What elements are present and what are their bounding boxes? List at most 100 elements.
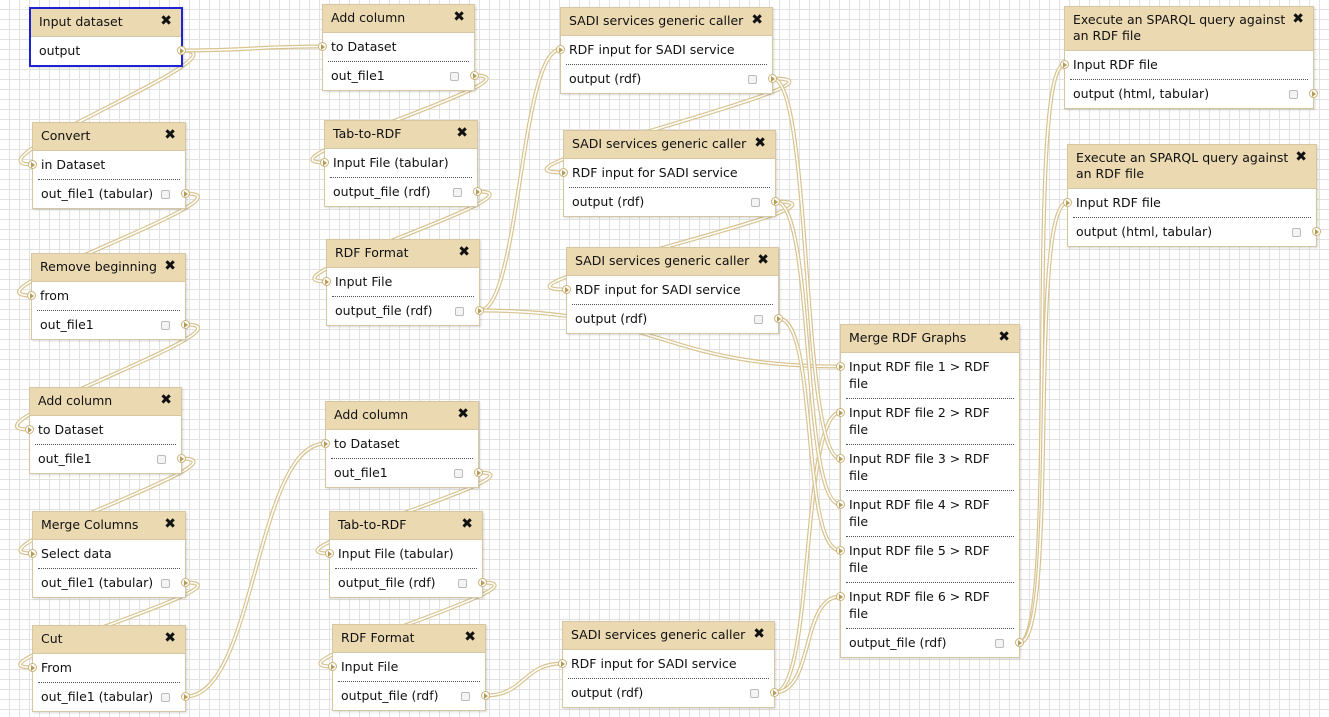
close-icon[interactable]: ✖ — [164, 516, 176, 532]
node-title[interactable]: Cut ✖ — [33, 626, 185, 654]
output-connector-icon[interactable] — [474, 468, 483, 477]
node-merge-rdf-graphs[interactable]: Merge RDF Graphs ✖ Input RDF file 1 > RDF … — [836, 324, 1024, 658]
input-connector-icon[interactable] — [1060, 60, 1069, 69]
close-icon[interactable]: ✖ — [754, 135, 766, 151]
output-connector-icon[interactable] — [1309, 89, 1318, 98]
close-icon[interactable]: ✖ — [160, 13, 172, 29]
node-title[interactable]: Tab-to-RDF ✖ — [325, 121, 477, 149]
input-connector-icon[interactable] — [320, 158, 329, 167]
output-connector-icon[interactable] — [177, 454, 186, 463]
input-connector-icon[interactable] — [328, 662, 337, 671]
close-icon[interactable]: ✖ — [753, 626, 765, 642]
node-sadi-caller-1[interactable]: SADI services generic caller ✖ RDF input f… — [556, 7, 777, 94]
close-icon[interactable]: ✖ — [453, 9, 465, 25]
close-icon[interactable]: ✖ — [751, 12, 763, 28]
close-icon[interactable]: ✖ — [164, 630, 176, 646]
input-connector-icon[interactable] — [27, 291, 36, 300]
input-connector-icon[interactable] — [28, 663, 37, 672]
checkbox-icon[interactable] — [458, 579, 467, 588]
checkbox-icon[interactable] — [754, 315, 763, 324]
close-icon[interactable]: ✖ — [461, 516, 473, 532]
input-connector-icon[interactable] — [836, 546, 845, 555]
close-icon[interactable]: ✖ — [458, 244, 470, 260]
input-connector-icon[interactable] — [836, 500, 845, 509]
output-connector-icon[interactable] — [181, 692, 190, 701]
checkbox-icon[interactable] — [454, 469, 463, 478]
node-sparql-query-2[interactable]: Execute an SPARQL query against an RDF f… — [1063, 144, 1321, 247]
node-title[interactable]: Add column ✖ — [30, 388, 181, 416]
node-title[interactable]: RDF Format ✖ — [333, 625, 485, 653]
node-sadi-caller-2[interactable]: SADI services generic caller ✖ RDF input f… — [559, 130, 780, 217]
node-cut[interactable]: Cut ✖ From out_file1 (tabular) — [28, 625, 190, 712]
output-connector-icon[interactable] — [768, 74, 777, 83]
node-remove-beginning[interactable]: Remove beginning ✖ from out_file1 — [27, 253, 190, 340]
input-connector-icon[interactable] — [25, 425, 34, 434]
output-connector-icon[interactable] — [1015, 638, 1024, 647]
input-connector-icon[interactable] — [558, 659, 567, 668]
checkbox-icon[interactable] — [161, 321, 170, 330]
output-connector-icon[interactable] — [770, 688, 779, 697]
node-tab-to-rdf-2[interactable]: Tab-to-RDF ✖ Input File (tabular) output_fi… — [325, 511, 487, 598]
input-connector-icon[interactable] — [318, 42, 327, 51]
node-rdf-format-2[interactable]: RDF Format ✖ Input File output_file (rdf) — [328, 624, 490, 711]
close-icon[interactable]: ✖ — [1295, 149, 1307, 165]
input-connector-icon[interactable] — [325, 549, 334, 558]
output-connector-icon[interactable] — [473, 187, 482, 196]
node-title[interactable]: Input dataset ✖ — [31, 9, 181, 37]
input-connector-icon[interactable] — [321, 439, 330, 448]
node-add-column-3[interactable]: Add column ✖ to Dataset out_file1 — [321, 401, 483, 488]
close-icon[interactable]: ✖ — [757, 252, 769, 268]
close-icon[interactable]: ✖ — [1292, 11, 1304, 27]
close-icon[interactable]: ✖ — [164, 127, 176, 143]
checkbox-icon[interactable] — [453, 188, 462, 197]
input-connector-icon[interactable] — [836, 592, 845, 601]
node-title[interactable]: SADI services generic caller ✖ — [567, 248, 778, 276]
node-title[interactable]: Remove beginning ✖ — [32, 254, 185, 282]
node-title[interactable]: Convert ✖ — [33, 123, 185, 151]
checkbox-icon[interactable] — [461, 692, 470, 701]
input-connector-icon[interactable] — [562, 285, 571, 294]
output-connector-icon[interactable] — [470, 71, 479, 80]
node-sadi-caller-4[interactable]: SADI services generic caller ✖ RDF input f… — [558, 621, 779, 708]
input-connector-icon[interactable] — [322, 277, 331, 286]
checkbox-icon[interactable] — [1289, 90, 1298, 99]
checkbox-icon[interactable] — [455, 307, 464, 316]
output-connector-icon[interactable] — [475, 306, 484, 315]
input-connector-icon[interactable] — [556, 45, 565, 54]
checkbox-icon[interactable] — [748, 75, 757, 84]
output-connector-icon[interactable] — [177, 46, 186, 55]
output-connector-icon[interactable] — [1312, 227, 1321, 236]
close-icon[interactable]: ✖ — [456, 125, 468, 141]
node-add-column-1[interactable]: Add column ✖ to Dataset out_file1 — [25, 387, 186, 474]
output-connector-icon[interactable] — [771, 197, 780, 206]
output-connector-icon[interactable] — [774, 314, 783, 323]
input-connector-icon[interactable] — [559, 168, 568, 177]
node-rdf-format-1[interactable]: RDF Format ✖ Input File output_file (rdf) — [322, 239, 484, 326]
output-connector-icon[interactable] — [181, 578, 190, 587]
close-icon[interactable]: ✖ — [160, 392, 172, 408]
checkbox-icon[interactable] — [750, 689, 759, 698]
node-input-dataset[interactable]: Input dataset ✖ output — [29, 7, 186, 67]
node-merge-columns[interactable]: Merge Columns ✖ Select data out_file1 (tabu… — [28, 511, 190, 598]
checkbox-icon[interactable] — [161, 190, 170, 199]
workflow-canvas[interactable]: Input dataset ✖ output Convert ✖ in Dataset o… — [0, 0, 1329, 717]
checkbox-icon[interactable] — [995, 639, 1004, 648]
output-connector-icon[interactable] — [181, 189, 190, 198]
checkbox-icon[interactable] — [751, 198, 760, 207]
input-connector-icon[interactable] — [28, 160, 37, 169]
checkbox-icon[interactable] — [161, 579, 170, 588]
node-title[interactable]: Merge Columns ✖ — [33, 512, 185, 540]
node-title[interactable]: Merge RDF Graphs ✖ — [841, 325, 1019, 353]
checkbox-icon[interactable] — [450, 72, 459, 81]
output-connector-icon[interactable] — [181, 320, 190, 329]
node-add-column-2[interactable]: Add column ✖ to Dataset out_file1 — [318, 4, 479, 91]
checkbox-icon[interactable] — [161, 693, 170, 702]
node-sparql-query-1[interactable]: Execute an SPARQL query against an RDF f… — [1060, 6, 1318, 109]
input-connector-icon[interactable] — [836, 408, 845, 417]
close-icon[interactable]: ✖ — [457, 406, 469, 422]
input-connector-icon[interactable] — [836, 454, 845, 463]
output-connector-icon[interactable] — [478, 578, 487, 587]
node-convert[interactable]: Convert ✖ in Dataset out_file1 (tabular) — [28, 122, 190, 209]
output-connector-icon[interactable] — [481, 691, 490, 700]
close-icon[interactable]: ✖ — [998, 329, 1010, 345]
